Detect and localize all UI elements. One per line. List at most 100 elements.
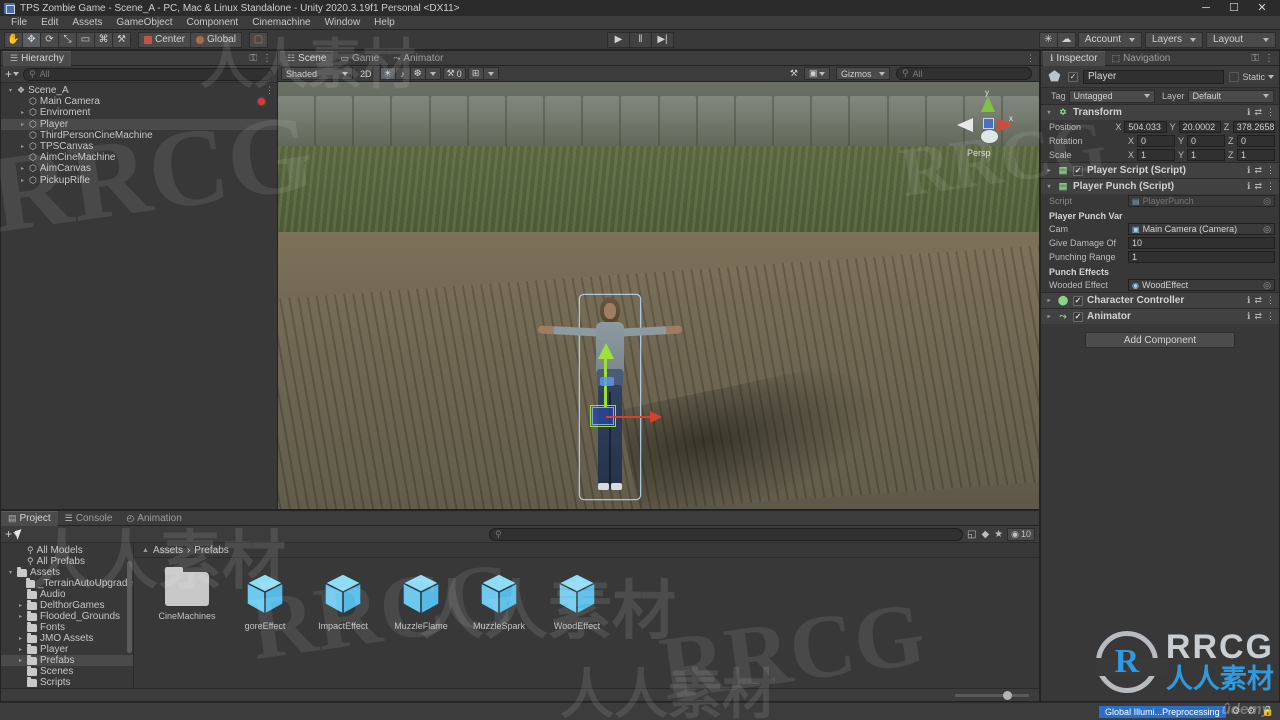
object-name-input[interactable]: Player [1083,69,1225,84]
project-tree-item-scenes[interactable]: Scenes [1,665,133,677]
breadcrumb-prefabs[interactable]: Prefabs [194,545,228,556]
rect-tool[interactable]: ▭ [76,31,95,48]
scene-tools-icon[interactable]: ⚒ [786,67,802,80]
help-icon[interactable]: ℹ [1247,295,1250,306]
axis-x-input[interactable]: 504.033 [1124,121,1167,133]
hierarchy-item-aimcinemachine[interactable]: ⬡ AimCineMachine [1,152,277,163]
expand-arrow-icon[interactable]: ▸ [19,121,26,128]
add-component-button[interactable]: Add Component [1085,332,1235,348]
hierarchy-item-enviroment[interactable]: ▸ ⬡ Enviroment [1,107,277,118]
scale-tool[interactable]: ⤡ [58,31,77,48]
toggle-2d-button[interactable]: 2D [356,67,376,80]
move-gizmo[interactable] [590,343,724,447]
object-reference-field[interactable]: ◉ WoodEffect ◎ [1128,279,1275,291]
object-picker-icon[interactable]: ◎ [1263,196,1271,207]
hierarchy-item-thirdpersoncinemachine[interactable]: ⬡ ThirdPersonCineMachine [1,130,277,141]
tab-navigation[interactable]: ⬚ Navigation [1105,51,1178,66]
play-button[interactable]: ▶ [607,31,630,48]
pivot-mode-button[interactable]: Center [138,31,192,48]
scene-kebab-icon[interactable]: ⋮ [265,85,274,96]
component-header[interactable]: ▸ ⤳ ✓ Animator ℹ ⇄ ⋮ [1041,309,1279,324]
menu-item-component[interactable]: Component [180,16,246,30]
minimize-button[interactable]: ─ [1192,0,1220,16]
axis-y-input[interactable]: 1 [1187,149,1225,161]
preset-icon[interactable]: ⇄ [1254,311,1262,322]
project-tree-item--terrainautoupgrade[interactable]: _TerrainAutoUpgrade [1,577,133,589]
expand-arrow-icon[interactable]: ▸ [17,602,24,609]
gizmo-y-arrow[interactable] [598,343,614,359]
menu-item-assets[interactable]: Assets [65,16,109,30]
hierarchy-item-player[interactable]: ▸ ⬡ Player [1,118,277,130]
menu-item-help[interactable]: Help [367,16,402,30]
asset-item-cinemachines[interactable]: CineMachines [156,567,218,631]
expand-arrow-icon[interactable]: ▸ [19,177,26,184]
tab-hierarchy[interactable]: ☰ Hierarchy [3,50,71,66]
project-tree-item-prefabs[interactable]: ▸ Prefabs [1,654,133,666]
layout-dropdown[interactable]: Layout [1206,31,1276,48]
layer-dropdown[interactable]: Default [1187,89,1274,103]
project-tree-item-all-models[interactable]: ⚲ All Models [1,545,133,556]
gizmos-dropdown[interactable]: Gizmos [836,67,890,80]
tab-console[interactable]: ☰ Console [58,511,120,526]
collab-button[interactable]: ▢ [248,31,268,48]
component-header[interactable]: ▾ ▤ Player Punch (Script) ℹ ⇄ ⋮ [1041,179,1279,194]
step-button[interactable]: ▶| [651,31,674,48]
project-search-input[interactable]: ⚲ [489,527,964,541]
property-input[interactable]: 10 [1128,237,1275,249]
project-tree-item-scripts[interactable]: Scripts [1,676,133,688]
tab-scene[interactable]: ☷ Scene [280,50,334,66]
expand-arrow-icon[interactable]: ▸ [17,635,24,642]
scene-fx-dropdown[interactable] [424,67,441,80]
help-icon[interactable]: ℹ [1247,165,1250,176]
menu-item-edit[interactable]: Edit [34,16,65,30]
axis-x-input[interactable]: 0 [1137,135,1175,147]
scene-grid-toggle[interactable]: ⊞ [467,67,484,80]
object-picker-icon[interactable]: ◎ [1263,224,1271,235]
expand-arrow-icon[interactable]: ▸ [19,109,26,116]
preset-icon[interactable]: ⇄ [1254,107,1262,118]
services-icon[interactable]: ✳ [1038,31,1058,48]
rotate-tool[interactable]: ⟳ [40,31,59,48]
shading-mode-dropdown[interactable]: Shaded [281,67,353,80]
help-icon[interactable]: ℹ [1247,181,1250,192]
property-input[interactable]: 1 [1128,251,1275,263]
layers-dropdown[interactable]: Layers [1144,31,1203,48]
component-enabled-checkbox[interactable]: ✓ [1073,295,1083,306]
axis-z-input[interactable]: 378.2658 [1232,121,1276,133]
expand-arrow-icon[interactable]: ▸ [17,613,24,620]
axis-y-input[interactable]: 20.0002 [1178,121,1221,133]
axis-y-input[interactable]: 0 [1187,135,1225,147]
hierarchy-item-pickuprifle[interactable]: ▸ ⬡ PickupRifle [1,175,277,186]
project-filter-icon-1[interactable]: ◆ [981,529,989,540]
scene-audio-toggle[interactable]: ♪ [394,67,411,80]
expand-arrow-icon[interactable]: ▸ [19,143,26,150]
kebab-menu-icon[interactable]: ⋮ [1266,295,1275,306]
expand-arrow-icon[interactable]: ▾ [7,569,14,576]
tag-dropdown[interactable]: Untagged [1068,89,1155,103]
custom-tool[interactable]: ⚒ [112,31,131,48]
kebab-menu-icon[interactable]: ⋮ [1266,181,1275,192]
project-tree-item-assets[interactable]: ▾ Assets [1,566,133,578]
object-enabled-checkbox[interactable]: ✓ [1068,71,1078,82]
gizmo-persp-label[interactable]: Persp [967,148,991,158]
help-icon[interactable]: ℹ [1247,107,1250,118]
gizmo-negx-cone[interactable] [957,118,973,132]
object-picker-icon[interactable]: ◎ [1263,280,1271,291]
lock-icon[interactable]: ⚿ [249,53,257,64]
expand-arrow-icon[interactable]: ▾ [7,87,14,94]
kebab-menu-icon[interactable]: ⋮ [1266,107,1275,118]
preset-icon[interactable]: ⇄ [1254,165,1262,176]
breadcrumb-back-icon[interactable]: ▲ [142,547,149,554]
handle-rotation-button[interactable]: Global [190,31,242,48]
project-tree-item-delthorgames[interactable]: ▸ DelthorGames [1,599,133,611]
scene-lighting-toggle[interactable]: ☀ [379,67,396,80]
scene-search-input[interactable]: ⚲ All [896,67,1032,80]
lock-icon[interactable]: ⚿ [1251,53,1259,64]
scene-grid-dropdown[interactable] [482,67,499,80]
scene-kebab-icon[interactable]: ⋮ [1026,53,1035,64]
thumbnail-size-slider[interactable] [955,690,1029,700]
cloud-icon[interactable]: ☁ [1056,31,1076,48]
move-tool[interactable]: ✥ [22,31,41,48]
axis-z-input[interactable]: 1 [1237,149,1275,161]
component-fold-arrow-icon[interactable]: ▸ [1045,167,1053,174]
